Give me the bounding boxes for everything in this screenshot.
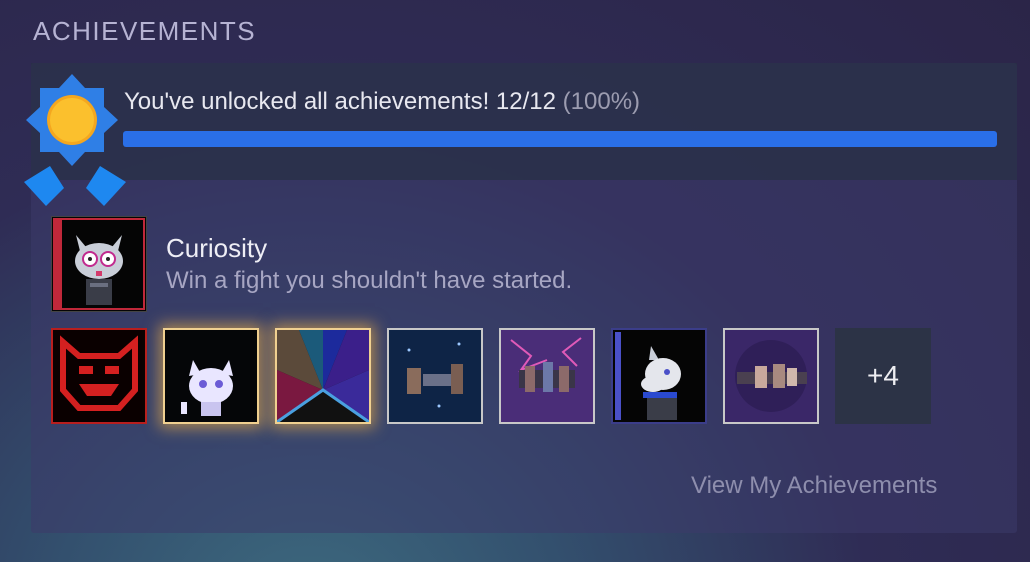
featured-achievement-title: Curiosity <box>166 233 268 263</box>
progress-bar <box>123 131 997 147</box>
more-achievements-button[interactable]: +4 <box>835 328 931 424</box>
red-demon-face-icon[interactable] <box>51 328 147 424</box>
ship-blue-space-icon[interactable] <box>387 328 483 424</box>
white-cat-peace-icon[interactable] <box>163 328 259 424</box>
medal-icon <box>20 70 130 210</box>
ship-purple-lightning-icon[interactable] <box>499 328 595 424</box>
progress-fill <box>123 131 997 147</box>
featured-achievement-description: Win a fight you shouldn't have started. <box>166 267 573 294</box>
ship-purple-nebula-icon[interactable] <box>723 328 819 424</box>
completion-text: You've unlocked all achievements! 12/12 … <box>124 88 640 116</box>
section-title: ACHIEVEMENTS <box>33 16 257 46</box>
completion-banner <box>31 63 1017 180</box>
goat-character-icon[interactable] <box>611 328 707 424</box>
curiosity-character-icon[interactable] <box>51 216 147 312</box>
completion-count: You've unlocked all achievements! 12/12 <box>124 88 556 115</box>
stained-glass-icon[interactable] <box>275 328 371 424</box>
view-my-achievements-link[interactable]: View My Achievements <box>691 472 937 500</box>
completion-percent: (100%) <box>562 88 641 115</box>
